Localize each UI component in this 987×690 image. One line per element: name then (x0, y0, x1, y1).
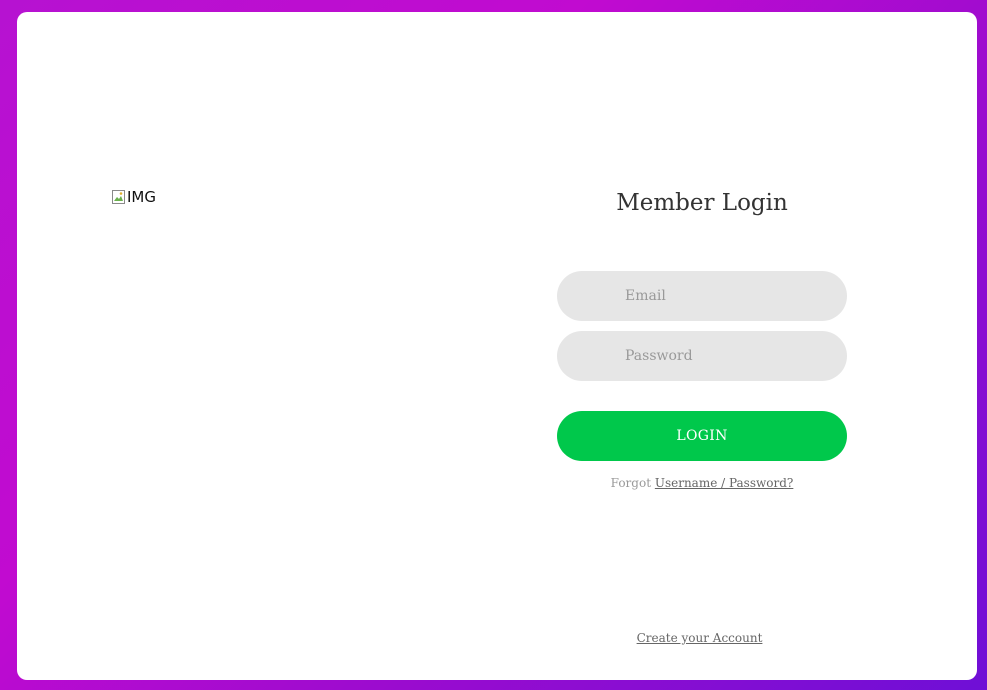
broken-image-icon (112, 189, 126, 205)
login-image: IMG (112, 188, 156, 206)
forgot-prefix: Forgot (610, 476, 652, 490)
create-account-link[interactable]: Create your Account (637, 631, 763, 645)
email-input[interactable] (557, 271, 847, 321)
login-card: IMG Member Login LOGIN Forgot Username /… (17, 12, 977, 680)
login-button[interactable]: LOGIN (557, 411, 847, 461)
forgot-credentials: Forgot Username / Password? (557, 475, 847, 491)
page-title: Member Login (616, 190, 788, 216)
image-alt-text: IMG (127, 188, 156, 206)
forgot-credentials-link[interactable]: Username / Password? (655, 476, 794, 490)
create-account: Create your Account (557, 630, 842, 646)
password-input[interactable] (557, 331, 847, 381)
